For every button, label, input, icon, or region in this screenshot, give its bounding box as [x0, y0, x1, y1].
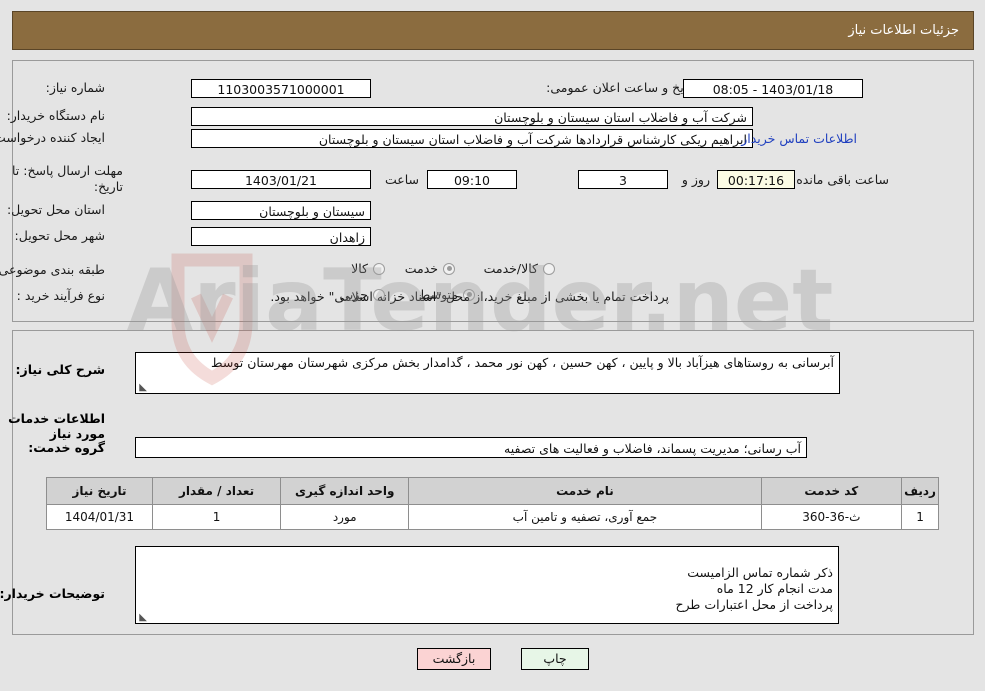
summary-textarea[interactable]: آبرسانی به روستاهای هیزآباد بالا و پایین…	[135, 352, 840, 394]
category-option-kala-khedmat-label: کالا/خدمت	[483, 261, 538, 276]
category-label: طبقه بندی موضوعی:	[0, 262, 105, 277]
need-number-value: 1103003571000001	[191, 79, 371, 98]
category-row: طبقه بندی موضوعی:	[0, 262, 105, 277]
announce-date-row: تاریخ و ساعت اعلان عمومی:	[546, 80, 697, 95]
cell-unit: مورد	[280, 504, 410, 530]
cell-quantity: 1	[151, 504, 282, 530]
resize-grip-icon[interactable]: ◣	[138, 383, 147, 393]
announce-date-value: 1403/01/18 - 08:05	[683, 79, 863, 98]
city-row: شهر محل تحویل:	[15, 228, 105, 243]
category-option-khedmat-label: خدمت	[404, 261, 438, 276]
back-button[interactable]: بازگشت	[417, 648, 491, 670]
radio-kala-icon[interactable]	[373, 262, 385, 275]
buyer-org-label: نام دستگاه خریدار:	[6, 108, 105, 123]
th-quantity: تعداد / مقدار	[151, 477, 282, 505]
need-number-label: شماره نیاز:	[45, 80, 105, 95]
requester-label: ایجاد کننده درخواست:	[0, 130, 105, 145]
page-root: AriaTender.net جزئیات اطلاعات نیاز شماره…	[0, 0, 985, 691]
province-label: استان محل تحویل:	[6, 202, 105, 217]
th-need-date: تاریخ نیاز	[46, 477, 153, 505]
payment-note: پرداخت تمام یا بخشی از مبلغ خرید،از محل …	[270, 289, 669, 304]
summary-value: آبرسانی به روستاهای هیزآباد بالا و پایین…	[210, 355, 834, 370]
requester-value: ابراهیم ریکی کارشناس قراردادها شرکت آب و…	[191, 129, 753, 148]
countdown-timer: 00:17:16	[717, 170, 795, 189]
cell-name: جمع آوری، تصفیه و تامین آب	[408, 504, 762, 530]
deadline-time-value: 09:10	[427, 170, 517, 189]
th-unit: واحد اندازه گیری	[280, 477, 410, 505]
city-value: زاهدان	[191, 227, 371, 246]
province-row: استان محل تحویل:	[7, 202, 105, 217]
buyer-notes-value: ذکر شماره تماس الزامیست مدت انجام کار 12…	[675, 565, 833, 612]
buyer-notes-label: توضیحات خریدار:	[0, 586, 105, 601]
deadline-time-label: ساعت	[384, 172, 419, 187]
radio-khedmat-icon[interactable]	[443, 262, 455, 275]
city-label: شهر محل تحویل:	[14, 228, 105, 243]
need-number-row: شماره نیاز:	[46, 80, 105, 95]
remaining-days-value: 3	[578, 170, 668, 189]
announce-date-label: تاریخ و ساعت اعلان عمومی:	[546, 80, 697, 95]
category-option-kala-label: کالا	[351, 261, 368, 276]
service-group-value: آب رسانی؛ مدیریت پسماند، فاضلاب و فعالیت…	[135, 437, 807, 458]
cell-radif: 1	[901, 504, 939, 530]
page-title: جزئیات اطلاعات نیاز	[848, 23, 959, 38]
table-header-row: ردیف کد خدمت نام خدمت واحد اندازه گیری ت…	[46, 477, 939, 505]
remaining-days-label: روز و	[681, 172, 710, 187]
buyer-org-value: شرکت آب و فاضلاب استان سیستان و بلوچستان	[191, 107, 753, 126]
resize-grip-icon-notes[interactable]: ◣	[138, 613, 147, 623]
th-code: کد خدمت	[760, 477, 903, 505]
buyer-contact-link[interactable]: اطلاعات تماس خریدار	[741, 131, 857, 146]
th-name: نام خدمت	[408, 477, 762, 505]
province-value: سیستان و بلوچستان	[191, 201, 371, 220]
buyer-notes-textarea[interactable]: ذکر شماره تماس الزامیست مدت انجام کار 12…	[135, 546, 839, 624]
summary-label: شرح کلی نیاز:	[15, 362, 105, 377]
service-group-label: گروه خدمت:	[28, 440, 105, 455]
cell-need-date: 1404/01/31	[46, 504, 153, 530]
th-radif: ردیف	[901, 477, 939, 505]
table-row: 1 ث-36-360 جمع آوری، تصفیه و تامین آب مو…	[46, 504, 939, 530]
services-table: ردیف کد خدمت نام خدمت واحد اندازه گیری ت…	[46, 477, 939, 530]
process-type-row: نوع فرآیند خرید :	[17, 288, 105, 303]
deadline-label: مهلت ارسال پاسخ: تا تاریخ:	[12, 163, 123, 194]
buyer-org-row: نام دستگاه خریدار:	[7, 108, 105, 123]
remaining-hours-label: ساعت باقی مانده	[796, 172, 889, 187]
cell-code: ث-36-360	[760, 504, 903, 530]
services-heading: اطلاعات خدمات مورد نیاز	[8, 411, 105, 441]
process-type-label: نوع فرآیند خرید :	[16, 288, 105, 303]
radio-kala-khedmat-icon[interactable]	[543, 262, 555, 275]
category-option-kala[interactable]: کالا	[351, 261, 385, 276]
requester-row: ایجاد کننده درخواست:	[0, 130, 105, 145]
need-info-panel	[12, 60, 974, 322]
category-option-khedmat[interactable]: خدمت	[405, 261, 455, 276]
print-button[interactable]: چاپ	[521, 648, 589, 670]
deadline-date-value: 1403/01/21	[191, 170, 371, 189]
category-option-kala-khedmat[interactable]: کالا/خدمت	[484, 261, 555, 276]
page-header-bar: جزئیات اطلاعات نیاز	[12, 11, 974, 50]
